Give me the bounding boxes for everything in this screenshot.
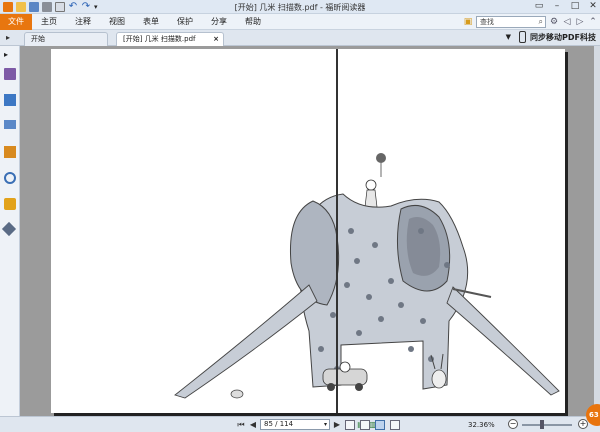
search-icon[interactable]: ⌕ — [539, 17, 543, 27]
comments-icon[interactable] — [4, 146, 16, 158]
menu-view[interactable]: 视图 — [100, 14, 134, 30]
sync-label: 同步移动PDF科技 — [530, 32, 596, 42]
title-bar: ↶ ↷ ▾ [开始] 几米 扫描数.pdf - 福昕阅读器 ▭ – □ ✕ — [0, 0, 600, 14]
ribbon-tabs: 文件 主页 注释 视图 表单 保护 分享 帮助 — [0, 14, 270, 30]
zoom-slider-handle[interactable] — [540, 420, 544, 429]
window-controls: ▭ – □ ✕ — [534, 1, 598, 11]
menu-home[interactable]: 主页 — [32, 14, 66, 30]
continuous-view-icon[interactable] — [360, 420, 370, 430]
tab-list-icon[interactable]: ▸ — [6, 33, 10, 42]
menu-help[interactable]: 帮助 — [236, 14, 270, 30]
search-input[interactable]: 查找 ⌕ — [476, 16, 546, 28]
search-placeholder: 查找 — [480, 18, 494, 26]
page-spread-seam — [336, 49, 338, 413]
close-icon[interactable]: ✕ — [588, 1, 598, 11]
prev-page-icon[interactable]: ◀ — [248, 420, 258, 429]
pdf-page-spread — [51, 49, 565, 413]
menu-share[interactable]: 分享 — [202, 14, 236, 30]
security-lock-icon[interactable] — [4, 198, 16, 210]
first-page-icon[interactable]: ⏮ — [236, 420, 246, 430]
navigation-panel: ▸ — [0, 46, 20, 416]
menu-file[interactable]: 文件 — [0, 14, 32, 30]
facing-view-icon[interactable] — [375, 420, 385, 430]
status-bar: ⏮ ◀ 85 / 114 ▾ ▶ ⏭ ▤ ▥ 32.36% − + — [0, 416, 600, 432]
page-dropdown-icon[interactable]: ▾ — [324, 420, 327, 429]
menu-right-tools: ▣ 查找 ⌕ ⚙ ◁ ▷ ⌃ — [463, 16, 598, 28]
page-number-value: 85 / 114 — [264, 420, 294, 428]
maximize-icon[interactable]: □ — [570, 1, 580, 11]
single-page-view-icon[interactable] — [345, 420, 355, 430]
tab-document[interactable]: [开始] 几米 扫描数.pdf × — [116, 32, 224, 46]
document-tab-bar: ▸ 开始 [开始] 几米 扫描数.pdf × ▼ 同步移动PDF科技 — [0, 30, 600, 46]
layers-icon[interactable] — [4, 120, 16, 129]
tab-close-icon[interactable]: × — [213, 33, 219, 46]
attachment-icon[interactable] — [4, 172, 16, 184]
menu-comment[interactable]: 注释 — [66, 14, 100, 30]
next-page-icon[interactable]: ▶ — [332, 420, 342, 429]
restore-icon[interactable]: ▭ — [534, 1, 544, 11]
view-mode-buttons — [345, 420, 400, 430]
dropdown-icon[interactable]: ▼ — [506, 33, 511, 41]
continuous-facing-view-icon[interactable] — [390, 420, 400, 430]
vertical-scrollbar[interactable] — [594, 46, 600, 416]
window-title: [开始] 几米 扫描数.pdf - 福昕阅读器 — [234, 3, 366, 12]
tab-start-label: 开始 — [31, 35, 45, 43]
settings-icon[interactable]: ⚙ — [549, 17, 559, 27]
tab-start[interactable]: 开始 — [24, 32, 108, 46]
zoom-out-icon[interactable]: − — [508, 419, 518, 429]
phone-icon — [519, 31, 527, 43]
pages-icon[interactable] — [4, 94, 16, 106]
forward-icon[interactable]: ▷ — [575, 17, 585, 27]
zoom-level[interactable]: 32.36% — [468, 419, 495, 431]
back-icon[interactable]: ◁ — [562, 17, 572, 27]
page-number-input[interactable]: 85 / 114 ▾ — [260, 419, 330, 430]
menu-bar: 文件 主页 注释 视图 表单 保护 分享 帮助 ▣ 查找 ⌕ ⚙ ◁ ▷ ⌃ — [0, 14, 600, 30]
folder-icon[interactable]: ▣ — [463, 17, 473, 27]
tab-document-label: [开始] 几米 扫描数.pdf — [123, 35, 196, 43]
document-viewport[interactable] — [20, 46, 600, 416]
menu-form[interactable]: 表单 — [134, 14, 168, 30]
sync-mobile[interactable]: ▼ 同步移动PDF科技 — [506, 31, 596, 43]
expand-panel-icon[interactable]: ▸ — [4, 50, 16, 62]
signature-icon[interactable] — [1, 221, 17, 237]
illustration-elephant — [174, 153, 560, 399]
zoom-slider[interactable] — [522, 424, 572, 426]
minimize-icon[interactable]: – — [552, 1, 562, 11]
ribbon-collapse-icon[interactable]: ⌃ — [588, 17, 598, 27]
menu-protect[interactable]: 保护 — [168, 14, 202, 30]
bookmark-icon[interactable] — [4, 68, 16, 80]
